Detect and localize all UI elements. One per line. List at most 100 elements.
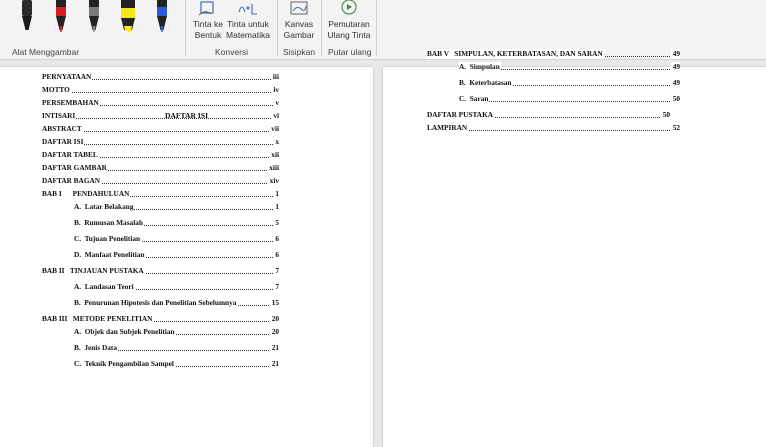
toc-entry-label: A. Latar Belakang [74,202,135,212]
toc-entry-label: DAFTAR GAMBAR [42,163,108,173]
toc-page-number: iii [270,72,279,82]
gray-pen-icon[interactable] [86,0,102,34]
toc-entry-label: A. Objek dan Subjek Penelitian [74,327,176,337]
toc-entry-label: PERSEMBAHAN [42,98,100,108]
toc-page-number: 7 [273,282,279,292]
toc-entry: DAFTAR ISI x [42,137,279,147]
toc-entry-label: BAB III METODE PENELITIAN [42,314,154,324]
toc-entry: LAMPIRAN 52 [427,123,680,133]
toc-entry: INTISARI vi [42,111,279,121]
shape-icon [190,0,226,19]
toc-page-number: iv [271,85,279,95]
toc-entry-label: C. Saran [459,94,490,104]
group-separator [185,0,186,56]
toc-entry: BAB I PENDAHULUAN 1 [42,189,279,199]
toc-entry: PERSEMBAHAN v [42,98,279,108]
toc-entry: BAB II TINJAUAN PUSTAKA 7 [42,266,279,276]
toc-page-number: 50 [660,110,670,120]
toc-entry: BAB V SIMPULAN, KETERBATASAN, DAN SARAN 4… [427,49,680,59]
ink-to-shape-label: Tinta ke Bentuk [193,19,223,40]
ink-replay-label: Pemutaran Ulang Tinta [327,19,371,40]
toc-entry: C. Saran 50 [459,94,680,104]
red-pen-icon[interactable] [53,0,69,34]
toc-page-number: 7 [273,266,279,276]
toc-entry-label: B. Jenis Data [74,343,118,353]
toc-entry: C. Tujuan Penelitian 6 [74,234,279,244]
toc-entry-label: DAFTAR TABEL [42,150,99,160]
toc-entry-label: B. Keterbatasan [459,78,513,88]
ink-to-shape-button[interactable]: Tinta ke Bentuk [190,0,226,44]
toc-entry-label: MOTTO [42,85,71,95]
toc-page-number: 21 [269,343,279,353]
toc-entry: DAFTAR TABEL xii [42,150,279,160]
toc-entry-label: B. Penurunan Hipotesis dan Penelitian Se… [74,298,238,308]
toc-entry: DAFTAR GAMBAR xiii [42,163,279,173]
group-label-drawing-tools: Alat Menggambar [12,47,80,57]
toc-entry: A. Objek dan Subjek Penelitian 20 [74,327,279,337]
toc-entry-label: A. Landasan Teori [74,282,135,292]
toc-page-number: 5 [273,218,279,228]
blue-pen-icon[interactable] [154,0,170,34]
toc-leader-dots [42,85,279,93]
toc-entry: ABSTRACT vii [42,124,279,134]
toc-page-number: x [273,137,279,147]
toc-entry-label: LAMPIRAN [427,123,469,133]
toc-entry-label: C. Teknik Pengambilan Sampel [74,359,175,369]
toc-page-number: 49 [670,62,680,72]
black-pen-icon[interactable] [19,0,35,34]
toc-entry: MOTTO iv [42,85,279,95]
toc-entry-label: BAB I PENDAHULUAN [42,189,131,199]
toc-entry-label: DAFTAR BAGAN [42,176,102,186]
toc-entry: B. Keterbatasan 49 [459,78,680,88]
ink-replay-button[interactable]: Pemutaran Ulang Tinta [326,0,372,44]
toc-page-number: 50 [670,94,680,104]
canvas-icon [280,0,318,19]
document-page-right[interactable]: BAB V SIMPULAN, KETERBATASAN, DAN SARAN 4… [383,49,766,447]
toc-entry: B. Penurunan Hipotesis dan Penelitian Se… [74,298,279,308]
group-separator [376,0,377,56]
group-separator [321,0,322,56]
toc-page-number: 6 [273,234,279,244]
toc-entry-label: PERNYATAAN [42,72,93,82]
toc-page-number: xiv [267,176,279,186]
group-separator [277,0,278,56]
group-label-convert: Konversi [215,47,249,57]
toc-entry: A. Latar Belakang 1 [74,202,279,212]
toc-entry-label: A. Simpulan [459,62,501,72]
toc-page-number: xiii [267,163,279,173]
toc-page-number: 20 [269,314,279,324]
toc-entry-label: D. Manfaat Penelitian [74,250,146,260]
toc-entry: B. Rumusan Masalah 5 [74,218,279,228]
ink-to-math-label: Tinta untuk Matematika [226,19,270,40]
toc-page-number: 1 [273,189,279,199]
toc-page-number: 15 [269,298,279,308]
toc-entry: BAB III METODE PENELITIAN 20 [42,314,279,324]
drawing-canvas-button[interactable]: Kanvas Gambar [280,0,318,44]
toc-page-number: 6 [273,250,279,260]
toc-page-number: vi [271,111,279,121]
toc-page-number: vii [269,124,279,134]
toc-entry-label: BAB II TINJAUAN PUSTAKA [42,266,145,276]
toc-page-number: 52 [670,123,680,133]
toc-page-number: 1 [273,202,279,212]
toc-entry: D. Manfaat Penelitian 6 [74,250,279,260]
toc-entry-label: INTISARI [42,111,77,121]
toc-page-number: v [273,98,279,108]
group-label-insert: Sisipkan [283,47,316,57]
toc-entry: B. Jenis Data 21 [74,343,279,353]
document-page-left[interactable]: DAFTAR ISI PERNYATAAN iii MOTTO iv PERSEMBAH… [0,67,373,447]
toc-page-number: 21 [269,359,279,369]
drawing-canvas-label: Kanvas Gambar [283,19,315,40]
toc-entry-label: BAB V SIMPULAN, KETERBATASAN, DAN SARAN [427,49,604,59]
toc-leader-dots [459,94,680,102]
toc-entry: PERNYATAAN iii [42,72,279,82]
math-icon [224,0,272,19]
group-label-replay: Putar ulang [328,47,372,57]
yellow-highlighter-icon[interactable] [119,0,135,34]
ink-to-math-button[interactable]: Tinta untuk Matematika [224,0,272,44]
toc-entry: C. Teknik Pengambilan Sampel 21 [74,359,279,369]
toc-page-number: 20 [269,327,279,337]
toc-entry-label: DAFTAR PUSTAKA [427,110,495,120]
toc-entry: DAFTAR BAGAN xiv [42,176,279,186]
toc-entry: A. Landasan Teori 7 [74,282,279,292]
